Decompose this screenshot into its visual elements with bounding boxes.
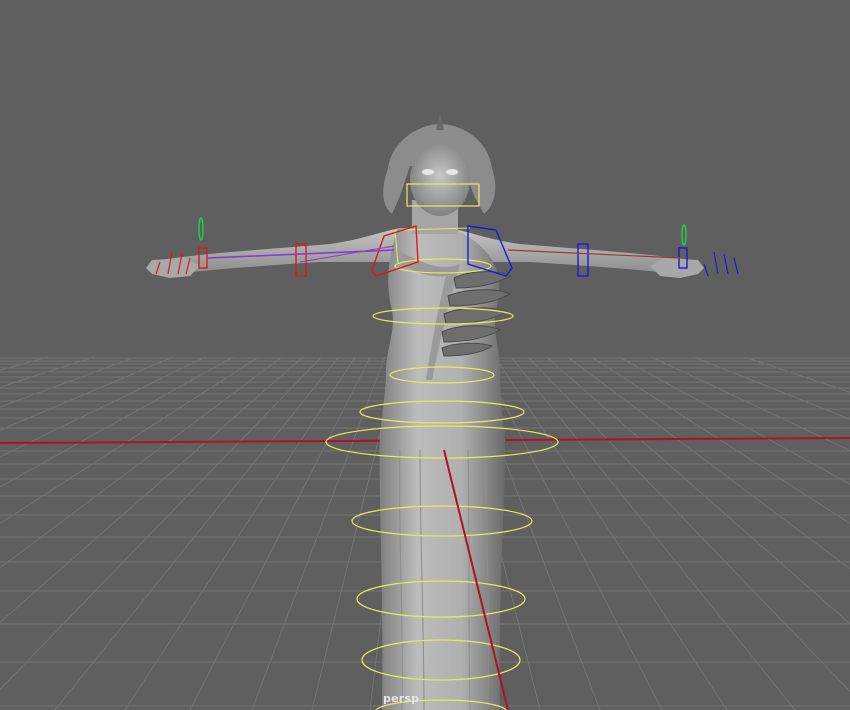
scene-render[interactable] [0,0,850,710]
head-mesh [410,144,470,216]
perspective-viewport[interactable]: persp [0,0,850,710]
camera-name-label: persp [383,692,420,705]
